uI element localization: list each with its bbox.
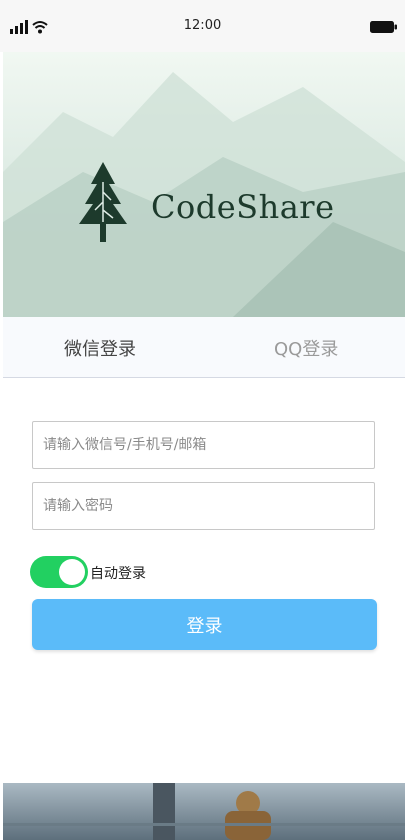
- status-bar: 12:00: [0, 0, 405, 52]
- toggle-knob: [59, 559, 85, 585]
- logo-text: CodeShare: [151, 188, 335, 226]
- auto-login-toggle[interactable]: [30, 556, 88, 588]
- tab-qq-login[interactable]: QQ登录: [274, 335, 338, 361]
- account-input[interactable]: [32, 421, 375, 469]
- status-time: 12:00: [183, 18, 222, 33]
- tree-icon: [79, 162, 127, 242]
- login-button[interactable]: 登录: [32, 599, 377, 650]
- mountain-background: [3, 72, 405, 317]
- banner: CodeShare: [3, 52, 405, 317]
- tab-wechat-login[interactable]: 微信登录: [64, 335, 136, 361]
- battery-icon: [370, 21, 397, 33]
- bottom-background-image: [3, 783, 405, 840]
- auto-login-label: 自动登录: [90, 566, 146, 582]
- login-tabs: 微信登录 QQ登录: [3, 317, 405, 378]
- password-input[interactable]: [32, 482, 375, 530]
- bottom-scene: [3, 783, 405, 840]
